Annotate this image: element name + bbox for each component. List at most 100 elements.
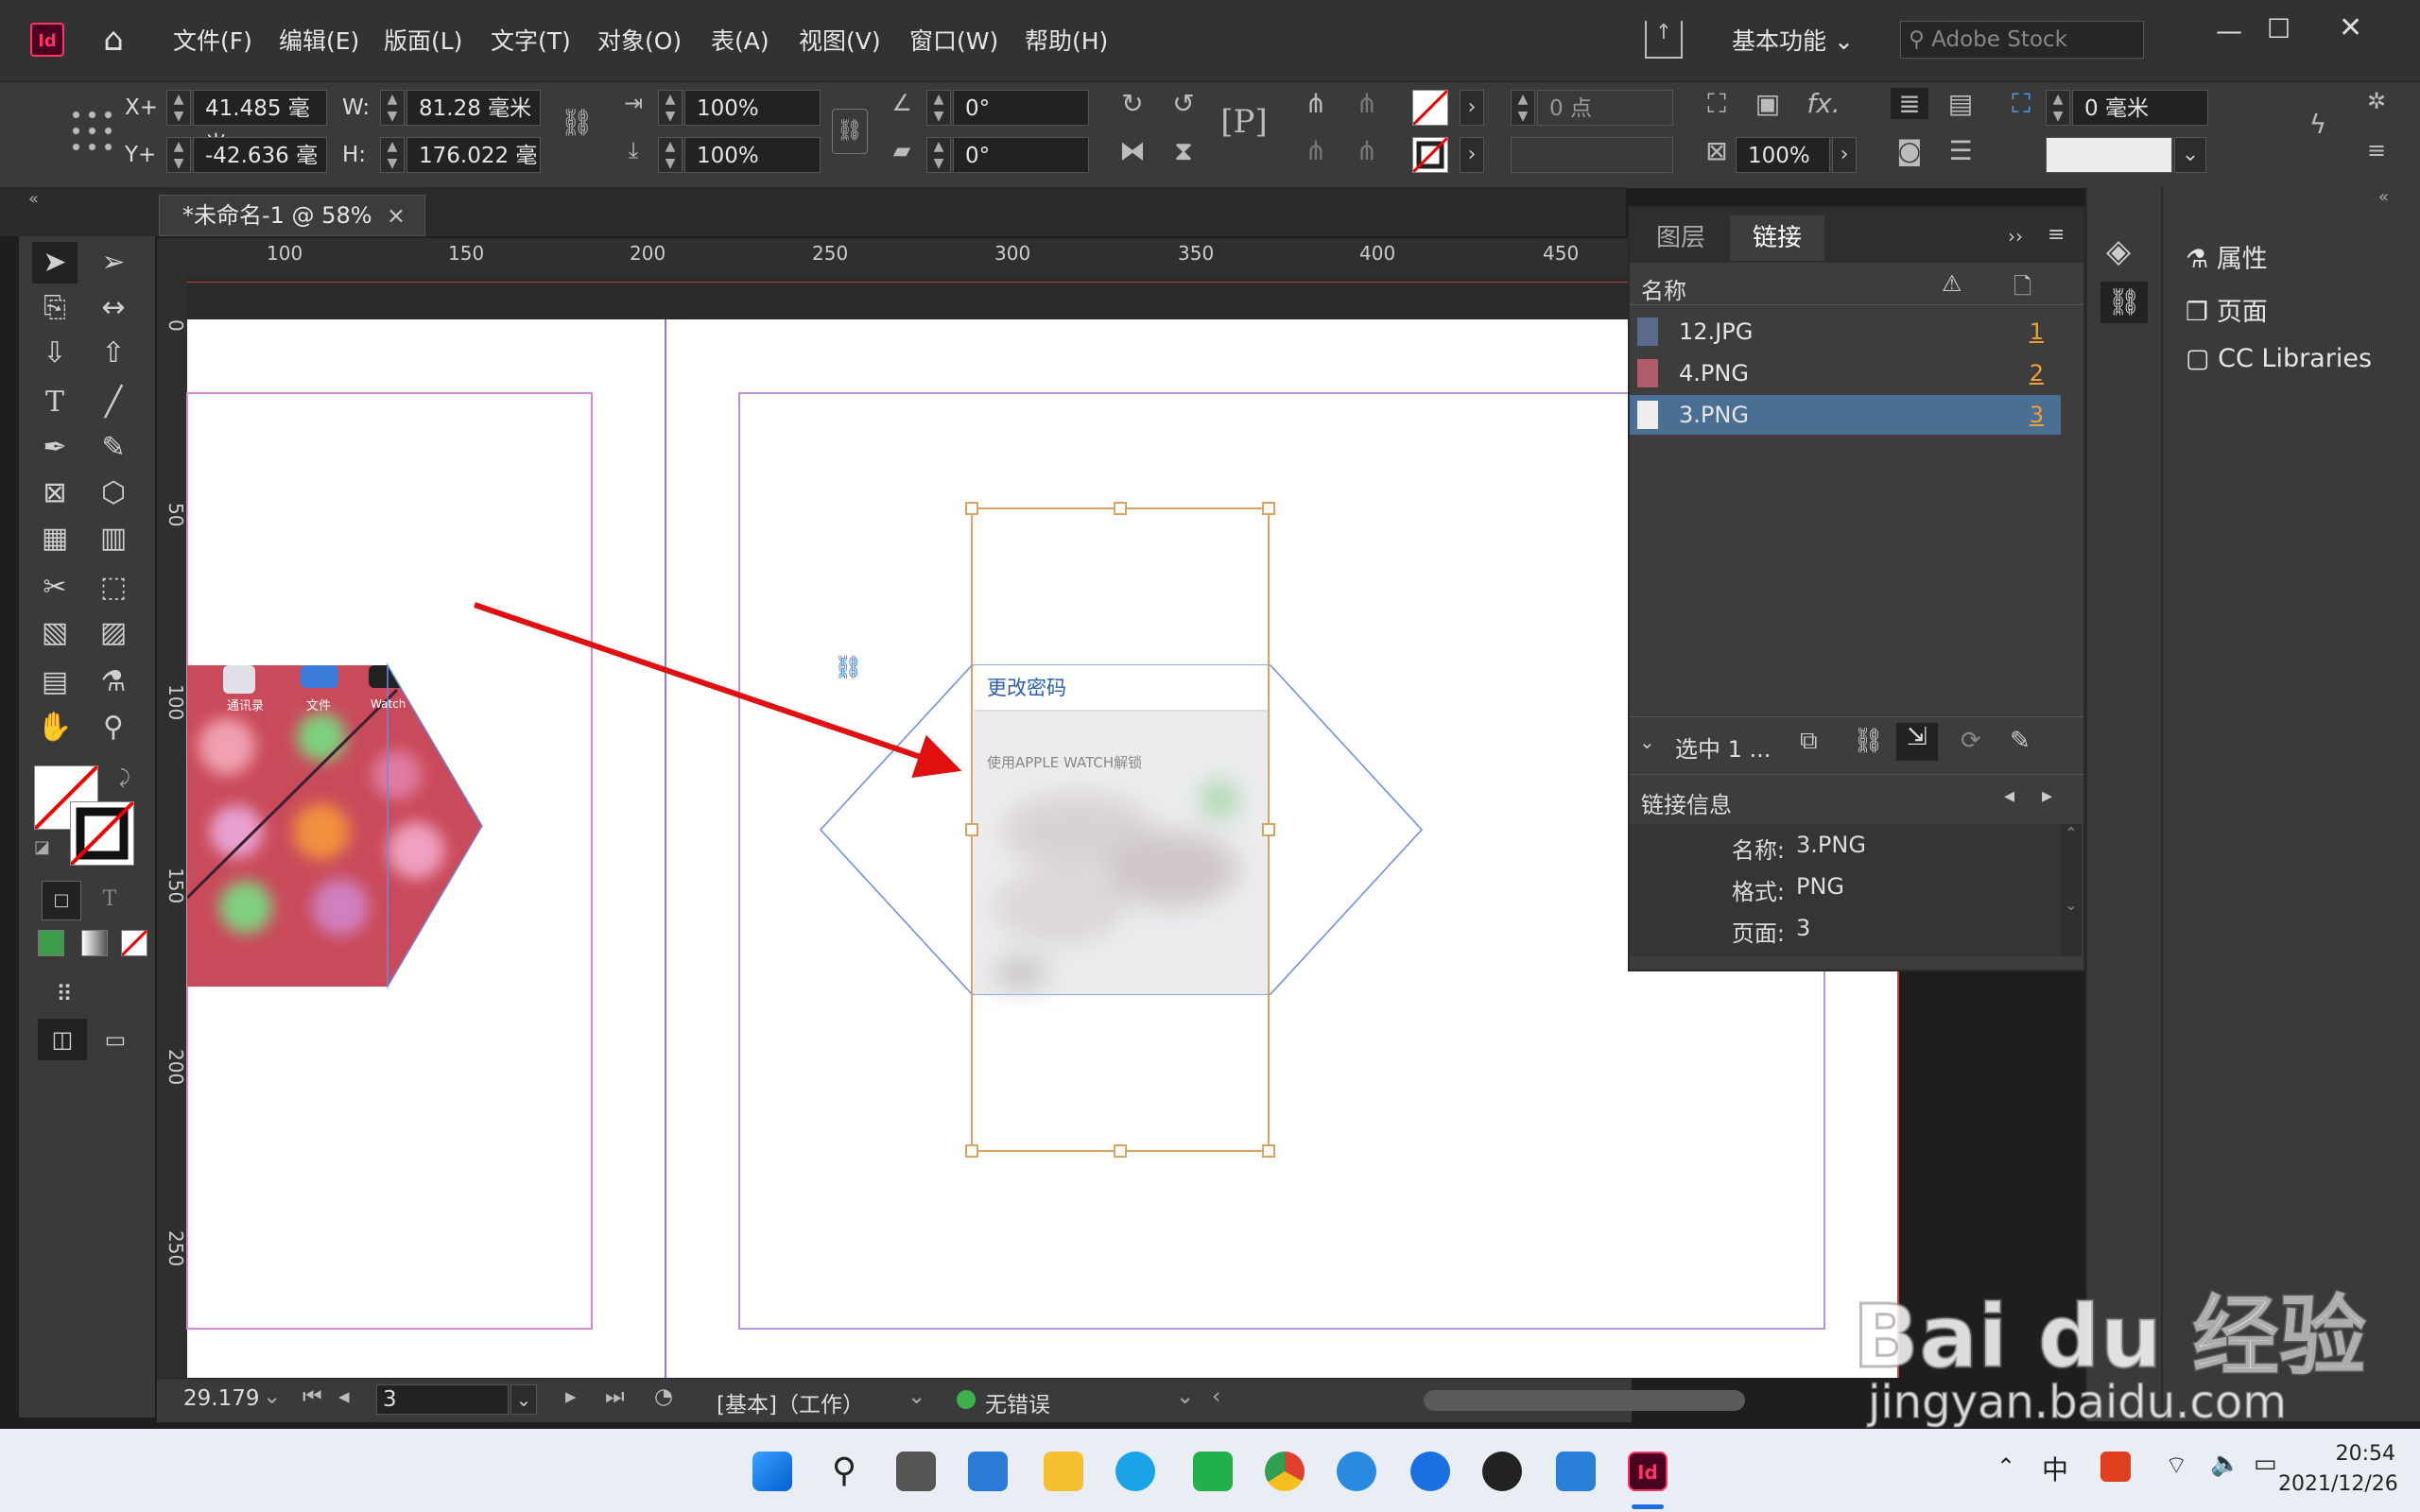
- chrome-icon[interactable]: [1265, 1452, 1305, 1491]
- links-panel-icon[interactable]: ⛓: [2100, 282, 2148, 323]
- properties-panel-item[interactable]: ⚗ 属性: [2186, 238, 2268, 275]
- watermark-url: jingyan.baidu.com: [1867, 1375, 2288, 1430]
- preflight-errors[interactable]: 无错误: [985, 1386, 1050, 1418]
- start-icon[interactable]: [752, 1452, 792, 1491]
- baidu-watermark: Bai du 经验 jingyan.baidu.com: [1851, 1247, 2382, 1436]
- windows-taskbar: ⚲ Id ⌃ 中 ⌔ 🔈 ▭ 20:54 2021/12/26: [0, 1429, 2420, 1512]
- panel-collapse-icon[interactable]: ››: [2008, 225, 2023, 248]
- last-page-icon[interactable]: ⏭: [605, 1384, 625, 1409]
- info-label-page: 页面:: [1731, 920, 1785, 947]
- first-page-icon[interactable]: ⏮: [302, 1384, 322, 1409]
- tencent-meeting-icon[interactable]: [1410, 1452, 1450, 1491]
- tray-chevron-up-icon[interactable]: ⌃: [1996, 1453, 2015, 1480]
- horizontal-scrollbar[interactable]: [1424, 1390, 1745, 1411]
- image-icon-label: Watch: [371, 697, 406, 711]
- clock-time[interactable]: 20:54: [2314, 1442, 2395, 1466]
- previous-link-icon[interactable]: ◂: [2004, 784, 2014, 808]
- info-value-page: 3: [1796, 915, 1811, 941]
- master-dropdown-icon[interactable]: ⌄: [908, 1384, 925, 1409]
- name-column-header[interactable]: 名称: [1641, 272, 1686, 305]
- task-view-icon[interactable]: [896, 1452, 936, 1491]
- link-page[interactable]: 3: [2030, 395, 2044, 435]
- properties-icon: ⚗: [2186, 245, 2209, 274]
- watermark-brand: Bai du 经验: [1851, 1285, 2367, 1389]
- libraries-icon: ▢: [2186, 344, 2210, 373]
- clock-date[interactable]: 2021/12/26: [2278, 1472, 2398, 1496]
- layers-panel-icon[interactable]: ◈: [2106, 232, 2131, 270]
- properties-label: 属性: [2216, 245, 2268, 274]
- ime-indicator[interactable]: 中: [2042, 1450, 2068, 1487]
- page-number-field[interactable]: 3: [376, 1384, 509, 1415]
- phone-screenshot-image-12: [187, 665, 482, 987]
- link-row[interactable]: 12.JPG 1: [1630, 312, 2061, 352]
- volume-icon[interactable]: 🔈: [2210, 1450, 2240, 1478]
- link-name: 3.PNG: [1679, 402, 1749, 428]
- feishu-icon[interactable]: [1337, 1452, 1376, 1491]
- info-label-name: 名称:: [1731, 837, 1785, 864]
- next-link-icon[interactable]: ▸: [2042, 784, 2052, 808]
- widgets-icon[interactable]: [968, 1452, 1008, 1491]
- links-header: 名称 ⚠ 🗋: [1630, 266, 2083, 305]
- link-page[interactable]: 2: [2030, 353, 2044, 393]
- wifi-icon[interactable]: ⌔: [2165, 1450, 2187, 1481]
- image-card-title: 更改密码: [987, 677, 1066, 699]
- tab-links[interactable]: 链接: [1730, 215, 1824, 261]
- relink-icon[interactable]: ⛓: [1853, 727, 1884, 755]
- battery-icon[interactable]: ▭: [2254, 1450, 2277, 1478]
- link-thumbnail: [1637, 359, 1658, 387]
- link-info-list: 名称: 3.PNG 格式: PNG 页面: 3: [1630, 824, 2061, 956]
- panel-menu-icon[interactable]: ≡: [2048, 223, 2065, 247]
- info-value-format: PNG: [1796, 873, 1845, 900]
- indesign-taskbar-icon[interactable]: Id: [1628, 1452, 1668, 1491]
- go-to-link-icon[interactable]: ⇲: [1896, 723, 1938, 761]
- preflight-status-icon: [957, 1390, 976, 1409]
- preflight-dropdown-icon[interactable]: ⌄: [1176, 1384, 1194, 1409]
- links-action-bar: ⌄ 选中 1 ... ⧉ ⛓ ⇲ ⟳ ✎: [1630, 716, 2083, 775]
- info-value-name: 3.PNG: [1796, 832, 1866, 858]
- link-page[interactable]: 1: [2030, 312, 2044, 352]
- annotation-arrow: [474, 602, 962, 779]
- image-icon-label: 文件: [306, 699, 332, 713]
- pages-panel-item[interactable]: ❐ 页面: [2186, 291, 2268, 328]
- selection-count: 选中 1 ...: [1675, 736, 1772, 763]
- sogou-icon[interactable]: [2100, 1452, 2131, 1482]
- link-badge-icon[interactable]: ⛓: [834, 654, 862, 680]
- page-dropdown-icon[interactable]: ⌄: [510, 1384, 537, 1415]
- phone-screenshot-image-3: [974, 665, 1269, 994]
- image-icon-label: 通讯录: [227, 699, 265, 713]
- update-link-icon[interactable]: ⟳: [1961, 727, 1981, 755]
- search-icon[interactable]: ⚲: [824, 1452, 864, 1491]
- browser-icon[interactable]: [1115, 1452, 1155, 1491]
- tab-layers[interactable]: 图层: [1634, 215, 1728, 261]
- cc-libraries-panel-item[interactable]: ▢ CC Libraries: [2186, 344, 2372, 373]
- links-panel: 图层 链接 ›› ≡ 名称 ⚠ 🗋 12.JPG 1 4.PNG 2 3.PNG…: [1628, 206, 2085, 971]
- master-label[interactable]: [基本]（工作）: [717, 1386, 864, 1418]
- scroll-left-icon[interactable]: ‹: [1212, 1384, 1220, 1409]
- chevron-down-icon[interactable]: ⌄: [1639, 730, 1655, 753]
- properties-panel-strip: « ⚗ 属性 ❐ 页面 ▢ CC Libraries: [2161, 187, 2420, 1421]
- edit-original-icon[interactable]: ✎: [2010, 727, 2031, 755]
- link-row-selected[interactable]: 3.PNG 3: [1630, 395, 2061, 435]
- previous-page-icon[interactable]: ◂: [338, 1384, 350, 1409]
- image-card-subtitle: 使用APPLE WATCH解锁: [987, 754, 1143, 771]
- link-name: 4.PNG: [1679, 360, 1749, 387]
- qq-icon[interactable]: [1482, 1452, 1522, 1491]
- link-row[interactable]: 4.PNG 2: [1630, 353, 2061, 393]
- status-bar: 29.179 ⌄ ⏮ ◂ 3 ⌄ ▸ ⏭ ◔ [基本]（工作） ⌄ 无错误 ⌄ …: [157, 1378, 1745, 1422]
- zoom-dropdown-icon[interactable]: ⌄: [263, 1384, 281, 1409]
- warning-icon[interactable]: ⚠: [1942, 270, 1962, 297]
- zoom-level[interactable]: 29.179: [183, 1386, 259, 1411]
- pages-icon: ❐: [2186, 298, 2209, 327]
- master-page-icon: ◔: [654, 1384, 674, 1409]
- active-app-indicator: [1632, 1504, 1664, 1509]
- link-thumbnail: [1637, 401, 1658, 429]
- file-explorer-icon[interactable]: [1044, 1452, 1083, 1491]
- notepad-icon[interactable]: [1556, 1452, 1596, 1491]
- link-thumbnail: [1637, 318, 1658, 346]
- page-column-icon[interactable]: 🗋: [2014, 270, 2031, 309]
- link-info-scrollbar[interactable]: ⌃ ⌄: [2061, 824, 2082, 956]
- next-page-icon[interactable]: ▸: [565, 1384, 577, 1409]
- relink-cc-icon[interactable]: ⧉: [1800, 727, 1818, 756]
- wechat-icon[interactable]: [1193, 1452, 1233, 1491]
- collapse-panels-icon[interactable]: «: [2378, 187, 2389, 207]
